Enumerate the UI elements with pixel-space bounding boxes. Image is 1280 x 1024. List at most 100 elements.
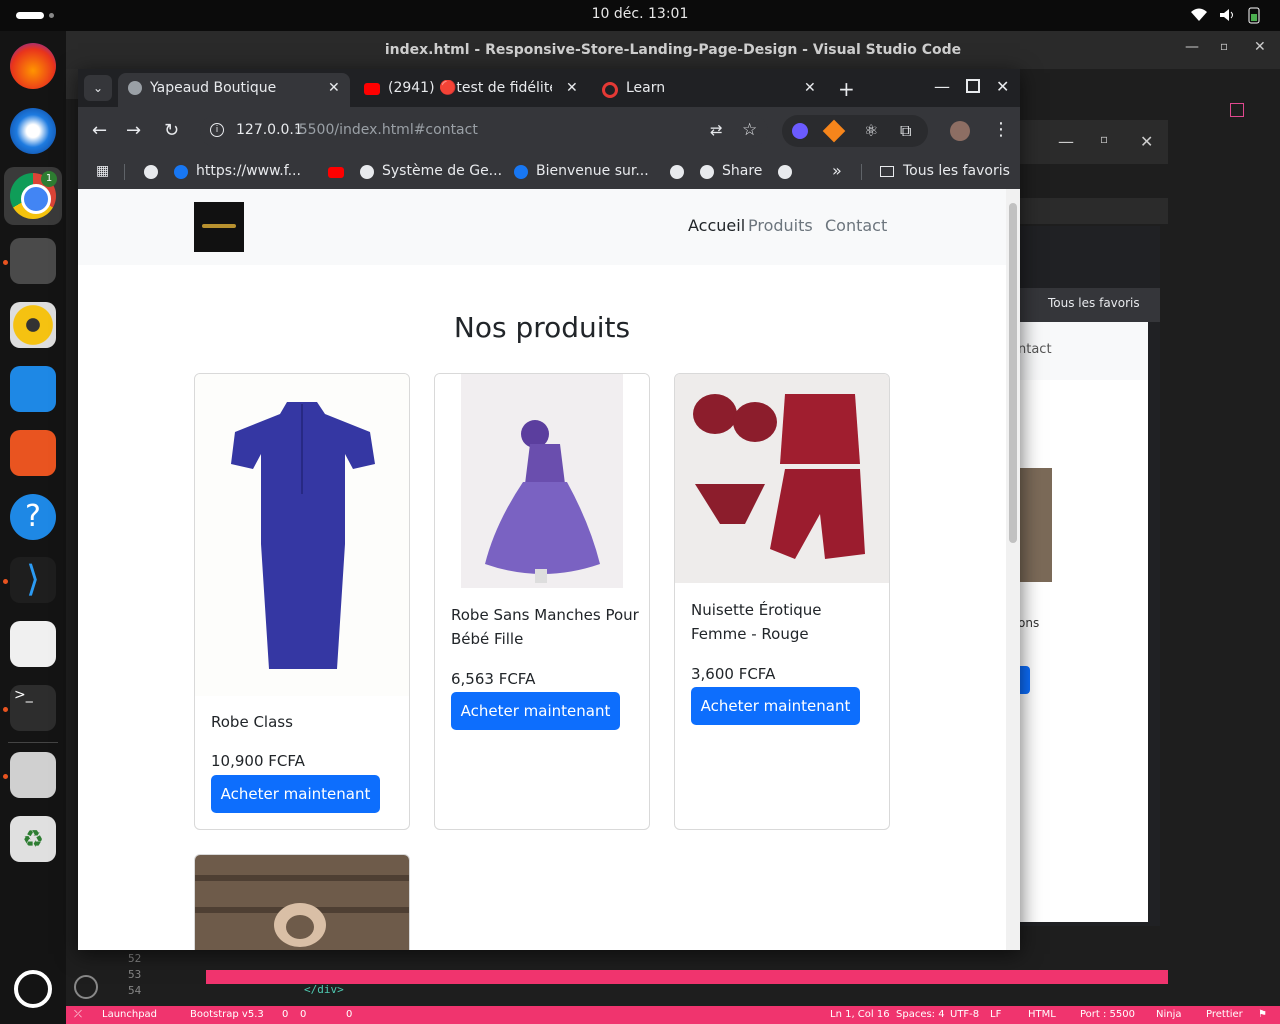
tab-yapeaud[interactable]: Yapeaud Boutique ✕ [118, 73, 350, 107]
back-all-bookmarks[interactable]: Tous les favoris [1048, 296, 1140, 310]
scrollbar-thumb[interactable] [1009, 203, 1017, 543]
search-app-icon[interactable] [10, 752, 56, 798]
product-image-nightwear[interactable] [675, 374, 889, 583]
bookmark-item[interactable]: Bienvenue sur... [536, 163, 649, 179]
facebook-icon [514, 165, 528, 179]
wifi-icon[interactable] [1190, 8, 1208, 22]
bookmarks-overflow-button[interactable]: » [832, 161, 842, 180]
nav-products-link[interactable]: Produits [748, 216, 813, 235]
search-running-dot [3, 774, 8, 779]
back-icon[interactable]: ← [92, 120, 107, 141]
status-errors[interactable]: 0 [282, 1009, 288, 1020]
site-info-icon[interactable]: i [210, 123, 224, 137]
extension-1-icon[interactable] [792, 123, 808, 139]
globe-icon[interactable] [778, 165, 792, 179]
url-rest: :5500/index.html#contact [294, 122, 478, 138]
status-port[interactable]: Port : 5500 [1080, 1009, 1135, 1020]
status-bootstrap[interactable]: Bootstrap v5.3 [190, 1009, 264, 1020]
nav-home-link[interactable]: Accueil [688, 216, 745, 235]
buy-now-button[interactable]: Acheter maintenant [451, 692, 620, 730]
back-close-button[interactable]: ✕ [1140, 132, 1153, 151]
vscode-close-button[interactable]: ✕ [1254, 39, 1266, 55]
page-scrollbar[interactable] [1006, 189, 1020, 950]
remote-icon[interactable]: ⤫ [74, 1009, 82, 1020]
back-minimize-button[interactable]: — [1058, 132, 1074, 151]
reload-icon[interactable]: ↻ [164, 120, 179, 141]
app-center-icon[interactable] [10, 430, 56, 476]
extensions-puzzle-icon[interactable]: ⧉ [900, 121, 911, 141]
bookmarks-divider [861, 164, 862, 180]
close-tab-icon[interactable]: ✕ [804, 80, 816, 96]
help-icon[interactable]: ? [10, 494, 56, 540]
status-ninja[interactable]: Ninja [1156, 1009, 1182, 1020]
back-maximize-button[interactable]: ▫ [1100, 132, 1108, 146]
terminal-icon[interactable]: >_ [10, 685, 56, 731]
trash-icon[interactable]: ♻ [10, 816, 56, 862]
close-tab-icon[interactable]: ✕ [328, 80, 340, 96]
text-editor-icon[interactable] [10, 621, 56, 667]
status-eol[interactable]: LF [990, 1009, 1001, 1020]
split-editor-icon[interactable] [1230, 103, 1244, 117]
product-image-dress[interactable] [195, 374, 409, 696]
nav-contact-link[interactable]: Contact [825, 216, 887, 235]
product-image-sandals[interactable] [195, 855, 409, 950]
apps-icon[interactable]: ▦ [96, 163, 109, 179]
bookmark-item[interactable]: Système de Ge... [382, 163, 502, 179]
buy-now-button[interactable]: Acheter maintenant [691, 687, 860, 725]
globe-icon[interactable] [670, 165, 684, 179]
tab-search-button[interactable]: ⌄ [84, 75, 112, 101]
vscode-maximize-button[interactable]: ▫ [1220, 39, 1228, 53]
battery-icon[interactable] [1248, 6, 1260, 24]
volume-icon[interactable] [1219, 8, 1235, 22]
site-logo[interactable] [194, 202, 244, 252]
bookmark-item[interactable]: https://www.f... [196, 163, 301, 179]
vscode-icon[interactable]: ⟩ [10, 557, 56, 603]
status-spaces[interactable]: Spaces: 4 [896, 1009, 945, 1020]
close-tab-icon[interactable]: ✕ [566, 80, 578, 96]
dock: 1 ? ⟩ >_ ♻ [0, 31, 66, 1024]
show-apps-icon[interactable] [14, 970, 52, 1008]
status-prettier[interactable]: Prettier [1206, 1009, 1243, 1020]
status-warnings[interactable]: 0 [300, 1009, 306, 1020]
forward-icon[interactable]: → [126, 120, 141, 141]
youtube-icon[interactable] [328, 167, 344, 178]
system-clock[interactable]: 10 déc. 13:01 [0, 6, 1280, 22]
status-ports[interactable]: 0 [346, 1009, 352, 1020]
tab-learn[interactable]: Learn ✕ [592, 73, 822, 107]
firefox-icon[interactable] [10, 43, 56, 89]
status-position[interactable]: Ln 1, Col 16 [830, 1009, 890, 1020]
product-title: Robe Sans Manches Pour Bébé Fille [451, 606, 639, 648]
line-numbers: 52 53 54 [128, 951, 141, 999]
writer-icon[interactable] [10, 366, 56, 412]
bookmark-item[interactable]: Share [722, 163, 762, 179]
address-bar[interactable]: i 127.0.0.1 :5500/index.html#contact ⇄ ☆ [200, 115, 768, 147]
chrome-maximize-button[interactable] [966, 79, 980, 93]
tab-label: Learn [626, 80, 666, 96]
tab-youtube[interactable]: (2941) 🔴test de fidélité ✕ [360, 73, 584, 107]
translate-icon[interactable]: ⇄ [710, 121, 723, 139]
status-language[interactable]: HTML [1028, 1009, 1056, 1020]
status-encoding[interactable]: UTF-8 [950, 1009, 979, 1020]
code-line[interactable]: </div> [304, 983, 344, 996]
back-contact-link[interactable]: ntact [1018, 342, 1052, 357]
profile-avatar[interactable] [950, 121, 970, 141]
chrome-close-button[interactable]: ✕ [996, 77, 1009, 96]
new-tab-button[interactable]: + [838, 77, 855, 101]
bookmark-star-icon[interactable]: ☆ [742, 120, 757, 140]
system-top-bar: 10 déc. 13:01 [0, 0, 1280, 31]
react-devtools-icon[interactable]: ⚛ [864, 121, 878, 140]
chrome-minimize-button[interactable]: — [934, 77, 950, 96]
buy-now-button[interactable]: Acheter maintenant [211, 775, 380, 813]
menu-icon[interactable]: ⋮ [992, 119, 1010, 140]
files-icon[interactable] [10, 238, 56, 284]
notifications-icon[interactable]: ⚑ [1258, 1009, 1267, 1020]
rhythmbox-icon[interactable] [10, 302, 56, 348]
status-launchpad[interactable]: Launchpad [102, 1009, 157, 1020]
all-bookmarks-button[interactable]: Tous les favoris [903, 163, 1010, 179]
accounts-icon[interactable] [74, 975, 98, 999]
globe-icon[interactable] [144, 165, 158, 179]
product-image-baby-dress[interactable] [435, 374, 649, 588]
thunderbird-icon[interactable] [10, 108, 56, 154]
metamask-icon[interactable] [822, 119, 846, 143]
vscode-minimize-button[interactable]: — [1185, 39, 1199, 55]
